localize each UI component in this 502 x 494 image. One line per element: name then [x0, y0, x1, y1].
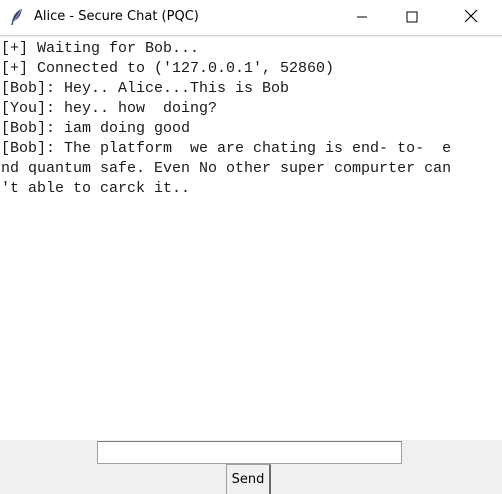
chat-line: [Bob]: The platform we are chating is en… — [1, 140, 452, 157]
feather-icon — [9, 8, 25, 26]
chat-line: nd quantum safe. Even No other super com… — [1, 160, 452, 177]
minimize-icon — [356, 8, 368, 27]
title-bar[interactable]: Alice - Secure Chat (PQC) — [0, 0, 502, 36]
chat-line: 't able to carck it.. — [1, 180, 191, 197]
maximize-button[interactable] — [389, 0, 435, 34]
maximize-icon — [406, 8, 418, 27]
message-input[interactable] — [97, 441, 402, 464]
close-icon — [464, 8, 478, 27]
chat-log[interactable]: [+] Waiting for Bob... [+] Connected to … — [0, 37, 502, 440]
chat-line: [You]: hey.. how doing? — [1, 100, 218, 117]
close-button[interactable] — [448, 0, 494, 34]
chat-line: [+] Connected to ('127.0.0.1', 52860) — [1, 60, 335, 77]
chat-line: [+] Waiting for Bob... — [1, 40, 200, 57]
minimize-button[interactable] — [339, 0, 385, 34]
window-title: Alice - Secure Chat (PQC) — [34, 9, 199, 24]
chat-line: [Bob]: Hey.. Alice...This is Bob — [1, 80, 290, 97]
send-button[interactable]: Send — [226, 464, 271, 494]
chat-line: [Bob]: iam doing good — [1, 120, 191, 137]
